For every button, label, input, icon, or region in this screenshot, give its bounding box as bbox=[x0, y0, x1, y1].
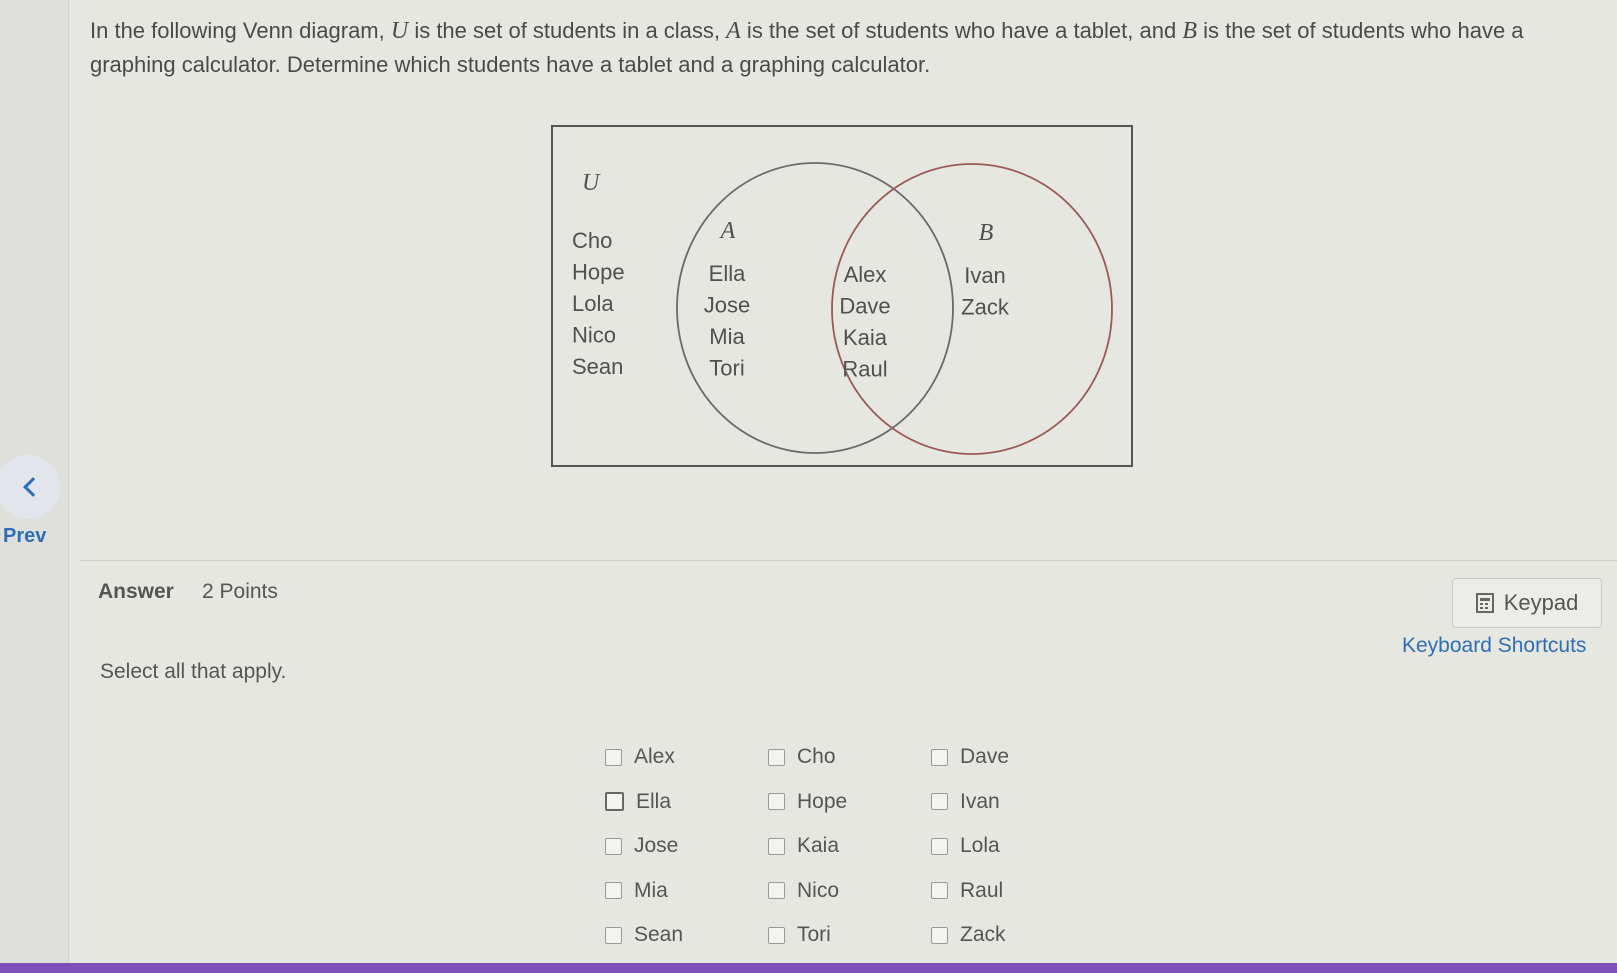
prev-label[interactable]: Prev bbox=[3, 525, 46, 548]
checkbox[interactable] bbox=[768, 748, 785, 766]
set-b-label: B bbox=[979, 220, 994, 246]
venn-only-a-name: Jose bbox=[704, 293, 750, 318]
option-label: Ivan bbox=[960, 789, 1000, 813]
universe-label: U bbox=[582, 170, 601, 196]
checkbox[interactable] bbox=[768, 837, 785, 855]
keypad-label: Keypad bbox=[1503, 590, 1579, 615]
venn-diagram: U A B Cho Hope Lola Nico Sean Ella Jose Mia Tori Ale… bbox=[551, 125, 1133, 467]
option-label: Alex bbox=[634, 745, 675, 769]
checkbox[interactable] bbox=[931, 748, 948, 766]
bottom-bar bbox=[0, 963, 1617, 973]
question-var-a: A bbox=[726, 18, 741, 44]
venn-only-a-name: Mia bbox=[709, 324, 745, 349]
option-label: Tori bbox=[797, 923, 831, 947]
option-label: Cho bbox=[797, 745, 836, 769]
question-part: is the set of students who have a tablet… bbox=[740, 18, 1183, 43]
venn-only-b-name: Ivan bbox=[964, 263, 1006, 288]
checkbox[interactable] bbox=[605, 926, 622, 944]
keyboard-shortcuts-link[interactable]: Keyboard Shortcuts bbox=[1402, 634, 1586, 658]
option-nico[interactable]: Nico bbox=[768, 869, 931, 914]
checkbox[interactable] bbox=[605, 748, 622, 766]
option-zack[interactable]: Zack bbox=[931, 913, 1094, 958]
page: In the following Venn diagram, U is the … bbox=[0, 0, 1617, 973]
section-divider bbox=[80, 560, 1617, 561]
checkbox[interactable] bbox=[768, 793, 785, 811]
venn-both-name: Kaia bbox=[843, 325, 888, 350]
checkbox[interactable] bbox=[605, 792, 624, 812]
keypad-button[interactable]: Keypad bbox=[1452, 578, 1602, 628]
option-kaia[interactable]: Kaia bbox=[768, 824, 931, 869]
option-jose[interactable]: Jose bbox=[605, 824, 768, 869]
venn-both-name: Raul bbox=[842, 357, 887, 382]
venn-only-a-name: Tori bbox=[709, 356, 744, 381]
checkbox[interactable] bbox=[768, 926, 785, 944]
option-alex[interactable]: Alex bbox=[605, 735, 768, 780]
option-lola[interactable]: Lola bbox=[931, 824, 1094, 869]
venn-outside-name: Sean bbox=[572, 354, 623, 379]
option-hope[interactable]: Hope bbox=[768, 780, 931, 825]
answer-label: Answer bbox=[98, 580, 174, 603]
set-a-label: A bbox=[719, 218, 736, 244]
venn-outside-name: Lola bbox=[572, 291, 614, 316]
calculator-icon bbox=[1475, 593, 1494, 613]
venn-outside-name: Cho bbox=[572, 228, 612, 253]
option-label: Nico bbox=[797, 878, 840, 902]
option-label: Jose bbox=[634, 834, 679, 858]
option-dave[interactable]: Dave bbox=[931, 735, 1094, 780]
checkbox[interactable] bbox=[931, 793, 948, 811]
question-part: In the following Venn diagram, bbox=[90, 18, 391, 43]
venn-only-a-name: Ella bbox=[709, 261, 746, 286]
option-label: Dave bbox=[960, 745, 1010, 769]
answer-options: Alex Ella Jose Mia Sean Cho Hope Kaia Nico Tori Da… bbox=[605, 735, 1094, 958]
venn-both-name: Dave bbox=[839, 294, 890, 319]
option-label: Mia bbox=[634, 878, 668, 902]
option-tori[interactable]: Tori bbox=[768, 913, 931, 958]
venn-both-name: Alex bbox=[844, 262, 887, 287]
venn-outside-name: Nico bbox=[572, 323, 616, 348]
option-label: Sean bbox=[634, 923, 684, 947]
checkbox[interactable] bbox=[768, 882, 785, 900]
option-cho[interactable]: Cho bbox=[768, 735, 931, 780]
option-mia[interactable]: Mia bbox=[605, 869, 768, 914]
option-label: Kaia bbox=[797, 834, 840, 858]
venn-only-b-name: Zack bbox=[961, 295, 1010, 320]
option-ella[interactable]: Ella bbox=[605, 780, 768, 825]
checkbox[interactable] bbox=[605, 837, 622, 855]
question-part: is the set of students in a class, bbox=[408, 18, 727, 43]
option-label: Hope bbox=[797, 789, 848, 813]
venn-outside-name: Hope bbox=[572, 260, 625, 285]
checkbox[interactable] bbox=[605, 882, 622, 900]
option-sean[interactable]: Sean bbox=[605, 913, 768, 958]
option-label: Ella bbox=[636, 789, 672, 813]
question-var-u: U bbox=[390, 18, 409, 44]
option-label: Zack bbox=[960, 923, 1006, 947]
points-label: 2 Points bbox=[202, 580, 278, 603]
checkbox[interactable] bbox=[931, 837, 948, 855]
question-var-b: B bbox=[1182, 18, 1197, 44]
option-label: Lola bbox=[960, 834, 1000, 858]
option-raul[interactable]: Raul bbox=[931, 869, 1094, 914]
option-label: Raul bbox=[960, 878, 1004, 902]
checkbox[interactable] bbox=[931, 926, 948, 944]
checkbox[interactable] bbox=[931, 882, 948, 900]
question-text: In the following Venn diagram, U is the … bbox=[90, 14, 1600, 81]
chevron-left-icon bbox=[23, 477, 43, 497]
option-ivan[interactable]: Ivan bbox=[931, 780, 1094, 825]
instruction-text: Select all that apply. bbox=[100, 660, 287, 683]
